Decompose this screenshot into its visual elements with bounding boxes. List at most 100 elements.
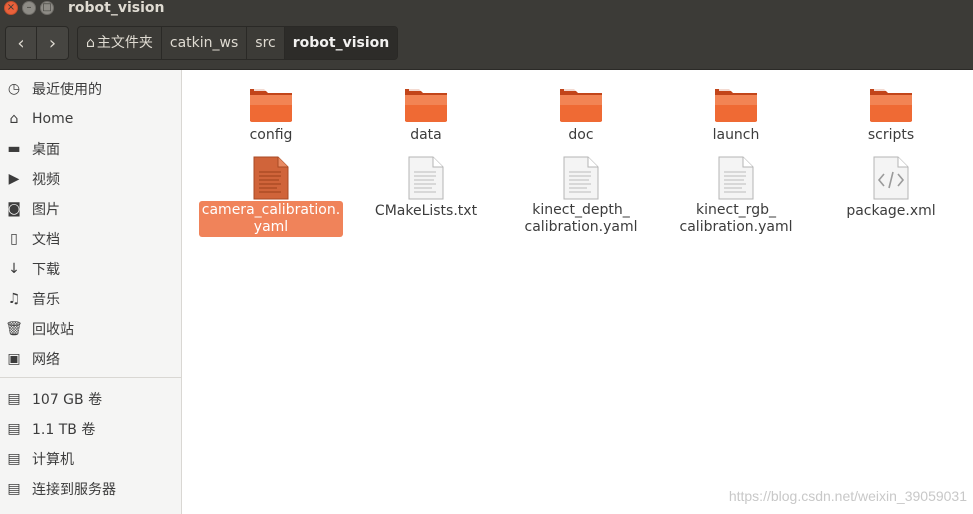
file-item[interactable]: package.xml xyxy=(808,156,973,221)
text-file-icon xyxy=(247,156,295,200)
network-icon: ▣ xyxy=(7,351,21,367)
file-name: data xyxy=(410,127,442,143)
xml-file-icon xyxy=(867,156,915,200)
computer-icon: ▤ xyxy=(7,451,21,467)
sidebar-item-label: 文档 xyxy=(32,232,60,248)
minimize-window-button[interactable]: – xyxy=(22,1,36,15)
title-bar: × – □ robot_vision xyxy=(0,0,973,20)
file-name: kinect_depth_ calibration.yaml xyxy=(522,201,641,237)
sidebar-item-desktop[interactable]: ▬ 桌面 xyxy=(0,134,181,164)
file-item[interactable]: config xyxy=(188,80,354,145)
back-arrow-icon: ‹ xyxy=(17,32,25,54)
folder-icon xyxy=(867,80,915,124)
home-icon: ⌂ xyxy=(86,35,95,51)
camera-icon: ◙ xyxy=(7,201,21,217)
sidebar-item-label: 回收站 xyxy=(32,322,74,338)
sidebar-item-label: 107 GB 卷 xyxy=(32,392,103,408)
sidebar-item-trash[interactable]: 🗑 回收站 xyxy=(0,314,181,344)
toolbar: ‹ › ⌂ 主文件夹 catkin_ws src robot_vision xyxy=(0,20,973,70)
document-icon: ▯ xyxy=(10,231,18,247)
file-name-line1: kinect_rgb_ xyxy=(696,202,776,218)
file-name-line2: yaml xyxy=(253,219,289,235)
sidebar-item-label: 图片 xyxy=(32,202,60,218)
video-icon: ▶ xyxy=(8,171,20,187)
text-file-icon xyxy=(712,156,760,200)
folder-icon xyxy=(402,80,450,124)
file-item[interactable]: CMakeLists.txt xyxy=(343,156,509,221)
breadcrumb-robot-vision[interactable]: robot_vision xyxy=(284,27,398,59)
sidebar-item-documents[interactable]: ▯ 文档 xyxy=(0,224,181,254)
sidebar-item-label: 桌面 xyxy=(32,142,60,158)
sidebar-item-recent[interactable]: ◷ 最近使用的 xyxy=(0,74,181,104)
forward-arrow-icon: › xyxy=(48,32,57,54)
file-name-line2: calibration.yaml xyxy=(679,219,793,235)
sidebar-item-network[interactable]: ▣ 网络 xyxy=(0,344,181,374)
clock-icon: ◷ xyxy=(7,81,21,97)
drive-icon: ▤ xyxy=(7,391,21,407)
sidebar-item-label: 连接到服务器 xyxy=(32,482,116,498)
breadcrumb-catkin-ws[interactable]: catkin_ws xyxy=(162,27,248,59)
drive-icon: ▤ xyxy=(7,421,21,437)
sidebar-item-label: 音乐 xyxy=(32,292,60,308)
folder-icon xyxy=(712,80,760,124)
folder-icon xyxy=(557,80,605,124)
file-item[interactable]: doc xyxy=(498,80,664,145)
file-name-line1: camera_calibration. xyxy=(201,202,341,218)
file-item-selected[interactable]: camera_calibration. yaml xyxy=(188,156,354,237)
file-name: package.xml xyxy=(846,203,936,219)
file-name: scripts xyxy=(867,127,915,143)
file-item[interactable]: kinect_rgb_ calibration.yaml xyxy=(653,156,819,237)
file-name-line1: kinect_depth_ xyxy=(532,202,630,218)
breadcrumb-home[interactable]: ⌂ 主文件夹 xyxy=(78,27,162,59)
music-icon: ♫ xyxy=(7,291,21,307)
file-name: launch xyxy=(712,127,760,143)
sidebar-item-volume-1tb[interactable]: ▤ 1.1 TB 卷 xyxy=(0,414,181,444)
sidebar-item-label: Home xyxy=(32,111,74,127)
file-name: kinect_rgb_ calibration.yaml xyxy=(677,201,796,237)
sidebar-item-pictures[interactable]: ◙ 图片 xyxy=(0,194,181,224)
back-button[interactable]: ‹ xyxy=(6,27,37,59)
breadcrumb-src[interactable]: src xyxy=(247,27,285,59)
watermark: https://blog.csdn.net/weixin_39059031 xyxy=(728,488,967,504)
file-item[interactable]: launch xyxy=(653,80,819,145)
sidebar-item-volume-107gb[interactable]: ▤ 107 GB 卷 xyxy=(0,384,181,414)
sidebar-item-label: 网络 xyxy=(32,352,60,368)
text-file-icon xyxy=(557,156,605,200)
sidebar-item-label: 下载 xyxy=(32,262,60,278)
close-window-button[interactable]: × xyxy=(4,1,18,15)
sidebar-item-computer[interactable]: ▤ 计算机 xyxy=(0,444,181,474)
sidebar-item-music[interactable]: ♫ 音乐 xyxy=(0,284,181,314)
nav-buttons: ‹ › xyxy=(5,26,69,60)
sidebar-item-label: 视频 xyxy=(32,172,60,188)
sidebar-item-videos[interactable]: ▶ 视频 xyxy=(0,164,181,194)
trash-icon: 🗑 xyxy=(5,321,23,337)
file-item[interactable]: scripts xyxy=(808,80,973,145)
sidebar-item-label: 计算机 xyxy=(32,452,74,468)
forward-button[interactable]: › xyxy=(37,27,68,59)
sidebar-item-label: 最近使用的 xyxy=(32,82,102,98)
sidebar-item-label: 1.1 TB 卷 xyxy=(32,422,96,438)
window-title: robot_vision xyxy=(68,0,165,16)
file-name: CMakeLists.txt xyxy=(374,203,478,219)
home-icon: ⌂ xyxy=(9,111,19,127)
sidebar: ◷ 最近使用的 ⌂ Home ▬ 桌面 ▶ 视频 ◙ 图片 ▯ 文档 ↓ 下载 ♫ 音乐 🗑 回收… xyxy=(0,70,182,514)
file-item[interactable]: kinect_depth_ calibration.yaml xyxy=(498,156,664,237)
sidebar-item-connect-server[interactable]: ▤ 连接到服务器 xyxy=(0,474,181,504)
folder-icon xyxy=(247,80,295,124)
file-view: config data doc launch scripts camera_ca… xyxy=(188,70,973,514)
sidebar-item-home[interactable]: ⌂ Home xyxy=(0,104,181,134)
breadcrumb-home-label: 主文件夹 xyxy=(96,35,153,51)
sidebar-item-downloads[interactable]: ↓ 下载 xyxy=(0,254,181,284)
download-icon: ↓ xyxy=(8,261,20,277)
folder-icon: ▬ xyxy=(7,141,21,157)
breadcrumb: ⌂ 主文件夹 catkin_ws src robot_vision xyxy=(77,26,399,60)
sidebar-divider xyxy=(0,377,181,378)
file-name: camera_calibration. yaml xyxy=(198,201,344,237)
server-icon: ▤ xyxy=(7,481,21,497)
file-item[interactable]: data xyxy=(343,80,509,145)
text-file-icon xyxy=(402,156,450,200)
file-name: config xyxy=(249,127,293,143)
file-name: doc xyxy=(568,127,594,143)
file-name-line2: calibration.yaml xyxy=(524,219,638,235)
maximize-window-button[interactable]: □ xyxy=(40,1,54,15)
